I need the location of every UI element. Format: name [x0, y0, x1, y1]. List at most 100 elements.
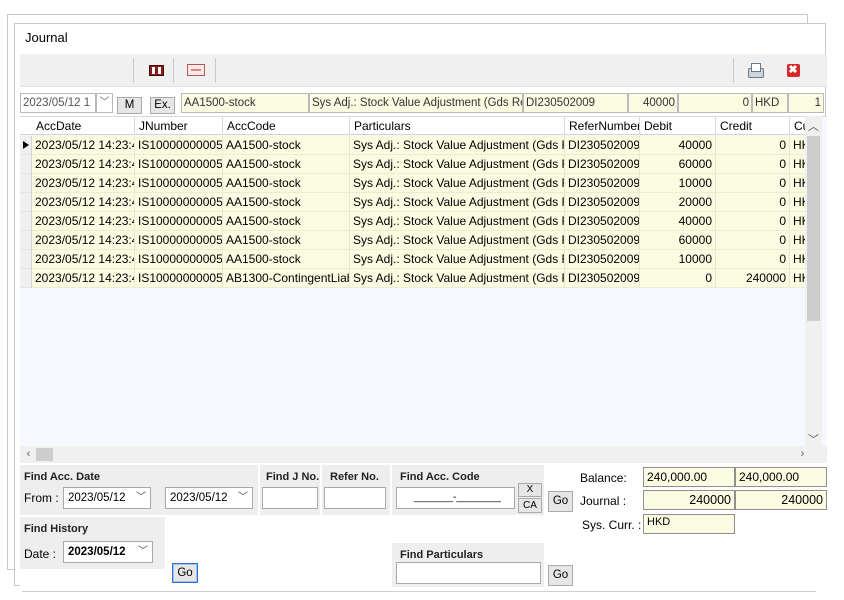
cell-particulars[interactable]: Sys Adj.: Stock Value Adjustment (Gds Re… [350, 250, 565, 269]
chevron-down-icon[interactable]: ﹀ [238, 488, 248, 508]
cell-refernumber[interactable]: DI230502009 [565, 193, 640, 212]
cell-particulars[interactable]: Sys Adj.: Stock Value Adjustment (Gds Re… [350, 174, 565, 193]
to-date-combo[interactable]: 2023/05/12 ﹀ [165, 487, 253, 509]
vertical-scroll-thumb[interactable] [807, 136, 820, 321]
column-header-credit[interactable]: Credit [716, 117, 790, 135]
entry-acc-code[interactable]: AA1500-stock [181, 93, 309, 113]
cell-refernumber[interactable]: DI230502009 [565, 155, 640, 174]
cell-jnumber[interactable]: IS10000000005 [135, 212, 223, 231]
cell-accdate[interactable]: 2023/05/12 14:23:4 [32, 250, 135, 269]
row-selector[interactable] [20, 231, 32, 250]
table-row[interactable]: 2023/05/12 14:23:4 IS10000000005 AA1500-st… [20, 212, 810, 231]
vertical-scrollbar[interactable]: ︿ ﹀ [805, 116, 822, 451]
ca-button[interactable]: CA [518, 498, 542, 513]
cell-credit[interactable]: 0 [716, 174, 790, 193]
column-header-refernumber[interactable]: ReferNumber [565, 117, 640, 135]
cell-credit[interactable]: 240000 [716, 269, 790, 288]
cell-acccode[interactable]: AA1500-stock [223, 231, 350, 250]
cell-debit[interactable]: 10000 [640, 174, 716, 193]
cell-debit[interactable]: 40000 [640, 136, 716, 155]
table-row[interactable]: 2023/05/12 14:23:4 IS10000000005 AA1500-st… [20, 174, 810, 193]
history-date-combo[interactable]: 2023/05/12 ﹀ [63, 541, 153, 563]
cell-refernumber[interactable]: DI230502009 [565, 250, 640, 269]
find-particulars-input[interactable] [396, 562, 541, 584]
chevron-down-icon[interactable]: ﹀ [96, 93, 113, 113]
entry-refer-number[interactable]: DI230502009 [523, 93, 628, 113]
row-selector[interactable] [20, 193, 32, 212]
cell-debit[interactable]: 60000 [640, 231, 716, 250]
cell-jnumber[interactable]: IS10000000005 [135, 250, 223, 269]
cell-jnumber[interactable]: IS10000000005 [135, 231, 223, 250]
cell-accdate[interactable]: 2023/05/12 14:23:4 [32, 155, 135, 174]
cell-particulars[interactable]: Sys Adj.: Stock Value Adjustment (Gds Re… [350, 212, 565, 231]
horizontal-scrollbar[interactable]: ‹ › [20, 446, 827, 463]
row-selector[interactable] [20, 136, 32, 155]
cell-accdate[interactable]: 2023/05/12 14:23:4 [32, 269, 135, 288]
cell-particulars[interactable]: Sys Adj.: Stock Value Adjustment (Gds Re… [350, 231, 565, 250]
cell-debit[interactable]: 0 [640, 269, 716, 288]
cell-credit[interactable]: 0 [716, 231, 790, 250]
cell-accdate[interactable]: 2023/05/12 14:23:4 [32, 136, 135, 155]
chevron-down-icon[interactable]: ﹀ [138, 542, 148, 562]
cell-accdate[interactable]: 2023/05/12 14:23:4 [32, 174, 135, 193]
m-button[interactable]: M [117, 97, 142, 114]
cell-accdate[interactable]: 2023/05/12 14:23:4 [32, 193, 135, 212]
entry-debit[interactable]: 40000 [628, 93, 678, 113]
cell-acccode[interactable]: AA1500-stock [223, 250, 350, 269]
scroll-right-icon[interactable]: › [794, 448, 811, 460]
cell-accdate[interactable]: 2023/05/12 14:23:4 [32, 231, 135, 250]
entry-date-field[interactable]: 2023/05/12 1 [20, 93, 96, 113]
row-selector[interactable] [20, 212, 32, 231]
column-header-particulars[interactable]: Particulars [350, 117, 565, 135]
column-header-accdate[interactable]: AccDate [32, 117, 135, 135]
chevron-down-icon[interactable]: ﹀ [136, 488, 146, 508]
row-selector[interactable] [20, 174, 32, 193]
cell-jnumber[interactable]: IS10000000005 [135, 174, 223, 193]
cell-jnumber[interactable]: IS10000000005 [135, 136, 223, 155]
go-particulars-button[interactable]: Go [548, 565, 573, 586]
table-row[interactable]: 2023/05/12 14:23:4 IS10000000005 AA1500-st… [20, 136, 810, 155]
scroll-up-icon[interactable]: ︿ [805, 118, 822, 134]
cell-jnumber[interactable]: IS10000000005 [135, 155, 223, 174]
cell-refernumber[interactable]: DI230502009 [565, 212, 640, 231]
column-header-debit[interactable]: Debit [640, 117, 716, 135]
table-row[interactable]: 2023/05/12 14:23:4 IS10000000005 AA1500-st… [20, 250, 810, 269]
cell-credit[interactable]: 0 [716, 136, 790, 155]
from-date-combo[interactable]: 2023/05/12 ﹀ [63, 487, 151, 509]
cell-acccode[interactable]: AA1500-stock [223, 193, 350, 212]
entry-currency[interactable]: HKD [752, 93, 788, 113]
scroll-down-icon[interactable]: ﹀ [805, 431, 822, 447]
cell-credit[interactable]: 0 [716, 212, 790, 231]
column-header-acccode[interactable]: AccCode [223, 117, 350, 135]
cell-acccode[interactable]: AB1300-ContingentLiabili [223, 269, 350, 288]
cell-debit[interactable]: 40000 [640, 212, 716, 231]
cell-jnumber[interactable]: IS10000000005 [135, 269, 223, 288]
cell-accdate[interactable]: 2023/05/12 14:23:4 [32, 212, 135, 231]
clear-x-button[interactable]: X [518, 483, 542, 497]
cell-particulars[interactable]: Sys Adj.: Stock Value Adjustment (Gds Re… [350, 193, 565, 212]
column-header-jnumber[interactable]: JNumber [135, 117, 223, 135]
cell-debit[interactable]: 60000 [640, 155, 716, 174]
close-button[interactable]: ✖ [781, 59, 805, 81]
go-acc-code-button[interactable]: Go [548, 491, 573, 512]
find-jno-input[interactable] [262, 487, 318, 509]
cell-acccode[interactable]: AA1500-stock [223, 155, 350, 174]
row-selector[interactable] [20, 250, 32, 269]
find-acc-code-input[interactable]: _______-________ [396, 487, 515, 509]
table-row[interactable]: 2023/05/12 14:23:4 IS10000000005 AA1500-st… [20, 193, 810, 212]
entry-particulars[interactable]: Sys Adj.: Stock Value Adjustment (Gds Re… [309, 93, 523, 113]
cell-credit[interactable]: 0 [716, 250, 790, 269]
cell-acccode[interactable]: AA1500-stock [223, 212, 350, 231]
table-row[interactable]: 2023/05/12 14:23:4 IS10000000005 AB1300-Co… [20, 269, 810, 288]
cell-credit[interactable]: 0 [716, 155, 790, 174]
cell-debit[interactable]: 10000 [640, 250, 716, 269]
cell-refernumber[interactable]: DI230502009 [565, 136, 640, 155]
cell-credit[interactable]: 0 [716, 193, 790, 212]
cell-debit[interactable]: 20000 [640, 193, 716, 212]
list-view-button[interactable] [184, 59, 208, 81]
ledger-book-button[interactable] [144, 59, 168, 81]
cell-particulars[interactable]: Sys Adj.: Stock Value Adjustment (Gds Re… [350, 136, 565, 155]
refer-no-input[interactable] [324, 487, 386, 509]
cell-acccode[interactable]: AA1500-stock [223, 174, 350, 193]
row-selector[interactable] [20, 155, 32, 174]
